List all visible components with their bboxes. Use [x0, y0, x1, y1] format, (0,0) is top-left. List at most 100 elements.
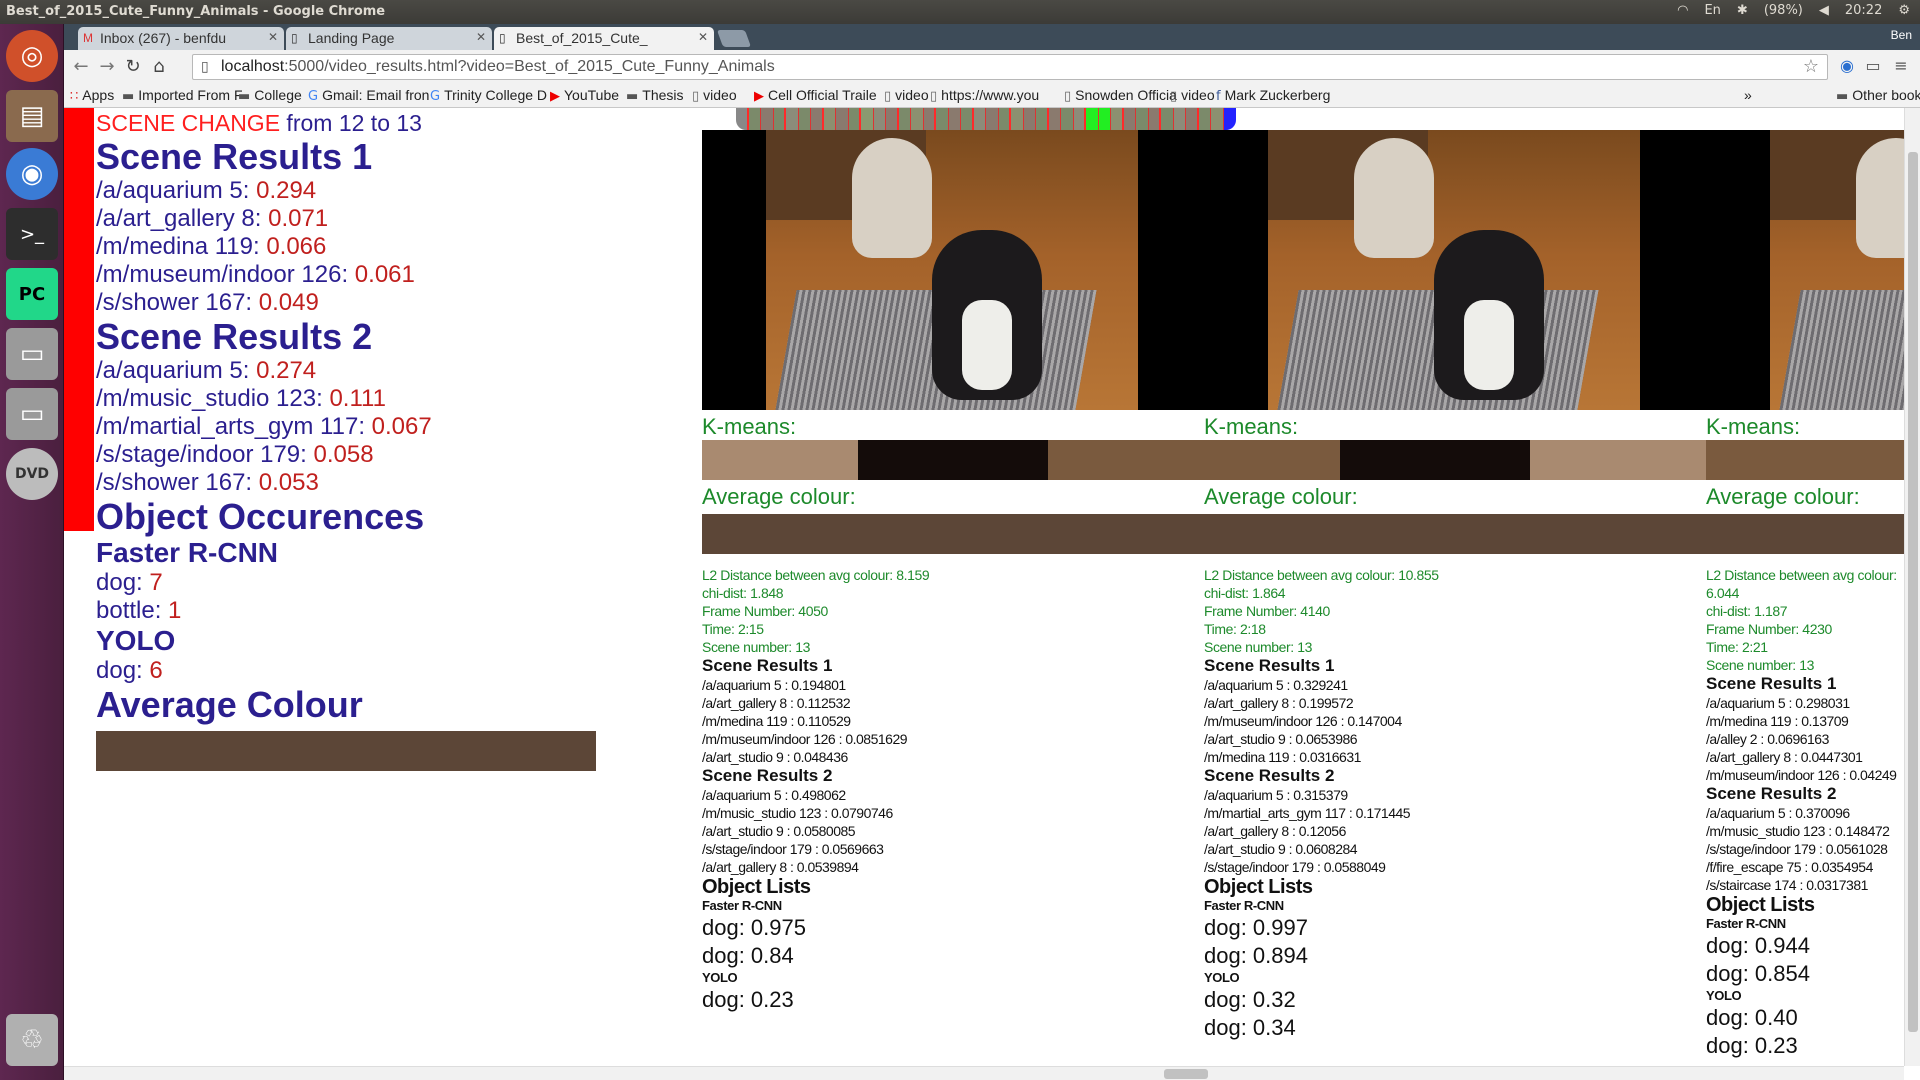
bookmark-item[interactable]: ▯ https://www.you	[930, 87, 1039, 104]
keyboard-indicator[interactable]: En	[1704, 3, 1720, 18]
drive-icon[interactable]: ▭	[6, 388, 58, 440]
timeline-segment[interactable]	[1123, 108, 1136, 130]
timeline-segment[interactable]	[1186, 108, 1199, 130]
timeline-segment[interactable]	[1148, 108, 1161, 130]
new-tab-button[interactable]	[716, 30, 752, 47]
timeline-segment[interactable]	[736, 108, 749, 130]
timeline-segment[interactable]	[1161, 108, 1174, 130]
bookmark-item[interactable]: ▯ video	[1170, 87, 1215, 104]
timeline-segment[interactable]	[798, 108, 811, 130]
timeline-segment[interactable]	[986, 108, 999, 130]
volume-icon[interactable]: ◀	[1819, 3, 1829, 18]
timeline-segment[interactable]	[1036, 108, 1049, 130]
bookmark-item[interactable]: ▯ video	[884, 87, 929, 104]
scrollbar-thumb[interactable]	[1908, 152, 1918, 1032]
timeline-segment[interactable]	[961, 108, 974, 130]
timeline-segment[interactable]	[1048, 108, 1061, 130]
timeline-segment[interactable]	[998, 108, 1011, 130]
menu-icon[interactable]: ≡	[1890, 56, 1912, 78]
address-bar[interactable]: ▯ localhost:5000/video_results.html?vide…	[192, 54, 1828, 80]
drive-icon[interactable]: ▭	[6, 328, 58, 380]
timeline-segment[interactable]	[936, 108, 949, 130]
wifi-icon[interactable]: ◠	[1677, 3, 1688, 18]
timeline-segment[interactable]	[761, 108, 774, 130]
scene-results-2-heading: Scene Results 2	[96, 316, 373, 357]
timeline-segment[interactable]	[1136, 108, 1149, 130]
back-icon[interactable]: ←	[70, 56, 92, 78]
timeline-segment[interactable]	[1023, 108, 1036, 130]
youtube-icon: ▶	[754, 89, 764, 104]
chrome-icon[interactable]: ◉	[6, 148, 58, 200]
timeline-segment[interactable]	[1073, 108, 1086, 130]
extension-icon[interactable]: ◉	[1836, 56, 1858, 78]
gear-icon[interactable]: ⚙	[1898, 3, 1910, 18]
vertical-scrollbar[interactable]	[1904, 108, 1920, 1066]
timeline-segment[interactable]	[873, 108, 886, 130]
tab-video-results[interactable]: ▯ Best_of_2015_Cute_ ✕	[494, 27, 714, 50]
bookmark-item[interactable]: ▬Other bookmarks	[1836, 87, 1920, 104]
close-icon[interactable]: ✕	[268, 30, 278, 44]
scene-timeline[interactable]	[736, 108, 1236, 130]
scene-change-range: from 12 to 13	[280, 110, 422, 136]
tab-landing-page[interactable]: ▯ Landing Page ✕	[286, 27, 492, 50]
files-icon[interactable]: ▤	[6, 90, 58, 142]
timeline-segment[interactable]	[1211, 108, 1224, 130]
bookmark-item[interactable]: ▶ YouTube	[550, 87, 619, 104]
timeline-segment[interactable]	[923, 108, 936, 130]
bookmark-item[interactable]: »	[1744, 87, 1752, 103]
horizontal-scrollbar[interactable]	[64, 1066, 1904, 1080]
bookmark-item[interactable]: ▬ Thesis	[626, 87, 684, 104]
timeline-segment[interactable]	[1111, 108, 1124, 130]
bookmark-item[interactable]: ▯ video	[692, 87, 737, 104]
bookmark-item[interactable]: ∷ Apps	[70, 87, 114, 104]
scene-results-1-heading: Scene Results 1	[702, 656, 833, 675]
timeline-segment[interactable]	[1198, 108, 1211, 130]
result-value: 0.061	[354, 261, 415, 288]
timeline-segment[interactable]	[973, 108, 986, 130]
timeline-segment[interactable]	[811, 108, 824, 130]
bluetooth-icon[interactable]: ✱	[1737, 3, 1748, 18]
timeline-segment[interactable]	[1011, 108, 1024, 130]
battery-indicator[interactable]: (98%)	[1764, 3, 1803, 18]
timeline-segment[interactable]	[911, 108, 924, 130]
clock[interactable]: 20:22	[1845, 3, 1882, 18]
scrollbar-thumb[interactable]	[1164, 1069, 1208, 1079]
ubuntu-icon[interactable]: ◎	[6, 30, 58, 82]
dvd-icon[interactable]: DVD	[6, 448, 58, 500]
bookmark-item[interactable]: f Mark Zuckerberg	[1216, 87, 1330, 104]
close-icon[interactable]: ✕	[476, 30, 486, 44]
timeline-segment[interactable]	[886, 108, 899, 130]
bookmark-item[interactable]: ▶ Cell Official Traile	[754, 87, 877, 104]
timeline-segment[interactable]	[836, 108, 849, 130]
tab-inbox[interactable]: M Inbox (267) - benfdu ✕	[78, 27, 284, 50]
timeline-segment[interactable]	[773, 108, 786, 130]
timeline-segment[interactable]	[1061, 108, 1074, 130]
timeline-segment[interactable]	[1086, 108, 1099, 130]
timeline-segment[interactable]	[823, 108, 836, 130]
bookmark-item[interactable]: G Trinity College D	[430, 87, 547, 104]
profile-button[interactable]: Ben	[1891, 28, 1912, 42]
timeline-segment[interactable]	[1173, 108, 1186, 130]
home-icon[interactable]: ⌂	[148, 56, 170, 78]
trash-icon[interactable]: ♲	[6, 1014, 58, 1066]
timeline-segment[interactable]	[848, 108, 861, 130]
timeline-segment[interactable]	[1098, 108, 1111, 130]
bookmark-item[interactable]: ▬ Imported From F	[122, 87, 243, 104]
video-frame-thumbnail	[1706, 130, 1904, 410]
timeline-segment[interactable]	[786, 108, 799, 130]
timeline-segment[interactable]	[898, 108, 911, 130]
timeline-segment[interactable]	[861, 108, 874, 130]
close-icon[interactable]: ✕	[698, 30, 708, 44]
timeline-segment[interactable]	[1223, 108, 1236, 130]
forward-icon[interactable]: →	[96, 56, 118, 78]
pycharm-icon[interactable]: PC	[6, 268, 58, 320]
bookmark-item[interactable]: ▯ Snowden Officia	[1064, 87, 1177, 104]
timeline-segment[interactable]	[748, 108, 761, 130]
bookmark-item[interactable]: ▬ College	[238, 87, 302, 104]
timeline-segment[interactable]	[948, 108, 961, 130]
terminal-icon[interactable]: >_	[6, 208, 58, 260]
reload-icon[interactable]: ↻	[122, 56, 144, 78]
star-icon[interactable]: ☆	[1800, 56, 1822, 78]
bookmark-item[interactable]: G Gmail: Email fron	[308, 87, 429, 104]
cast-icon[interactable]: ▭	[1862, 56, 1884, 78]
